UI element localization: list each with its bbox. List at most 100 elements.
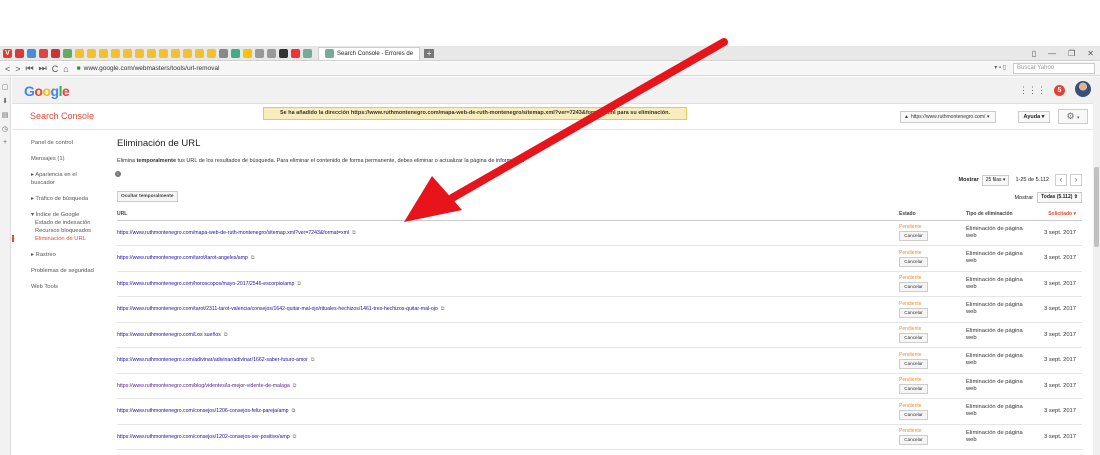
apps-grid-icon[interactable]: ⋮⋮⋮ (1019, 85, 1046, 96)
previous-page-button[interactable]: ‹ (1055, 174, 1067, 186)
col-requested[interactable]: Solicitado ▾ (1044, 208, 1082, 221)
filter-select[interactable]: Todas (5.112) ⇕ (1037, 192, 1082, 203)
nav-blocked-resources[interactable]: Recursos bloqueados (35, 227, 108, 235)
nav-dashboard[interactable]: Panel de control (31, 139, 108, 147)
nav-index-status[interactable]: Estado de indexación (35, 219, 108, 227)
cancel-button[interactable]: Cancelar (899, 435, 928, 446)
pinned-tab-icon[interactable] (207, 48, 216, 58)
info-icon[interactable]: i (115, 171, 121, 177)
tab-overview-icon[interactable]: ▯ (1032, 49, 1036, 58)
help-button[interactable]: Ayuda ▾ (1018, 111, 1050, 123)
pinned-tab-icon[interactable] (231, 48, 240, 58)
col-url[interactable]: URL (117, 208, 899, 221)
nav-google-index[interactable]: ▾ Índice de Google (31, 211, 108, 219)
rows-per-page-select[interactable]: 25 filas ▾ (981, 174, 1010, 186)
removed-url-link[interactable]: https://www.ruthmontenegro.com/consejos/… (117, 408, 289, 414)
pinned-tab-icon[interactable] (75, 48, 84, 58)
pinned-tab-icon[interactable] (159, 48, 168, 58)
cancel-button[interactable]: Cancelar (899, 333, 928, 344)
site-selector[interactable]: ▲ https://www.ruthmontenegro.com/ ▾ (900, 111, 996, 123)
next-page-button[interactable]: › (1070, 174, 1082, 186)
cancel-button[interactable]: Cancelar (899, 282, 928, 293)
pinned-tab-icon[interactable] (195, 48, 204, 58)
nav-url-removal[interactable]: Eliminación de URL (12, 235, 108, 243)
minimize-icon[interactable]: — (1048, 49, 1056, 58)
col-status[interactable]: Estado (899, 208, 966, 221)
bookmarks-icon[interactable]: ▢ (0, 83, 10, 91)
nav-web-tools[interactable]: Web Tools (31, 283, 108, 291)
url-field[interactable]: ■ www.google.com/webmasters/tools/url-rem… (77, 65, 220, 72)
downloads-icon[interactable]: ⬇ (0, 97, 10, 105)
pinned-tab-icon[interactable] (87, 48, 96, 58)
removed-url-link[interactable]: https://www.ruthmontenegro.com/adivinar/… (117, 357, 308, 363)
rewind-icon[interactable]: ⏮ (26, 63, 34, 74)
pinned-tab-icon[interactable] (99, 48, 108, 58)
nav-appearance[interactable]: ▸ Apariencia en el buscador i (31, 171, 121, 187)
history-icon[interactable]: ◷ (0, 125, 10, 133)
cancel-button[interactable]: Cancelar (899, 307, 928, 318)
external-link-icon[interactable]: ⧉ (251, 255, 255, 261)
scroll-thumb[interactable] (1094, 167, 1099, 247)
external-link-icon[interactable]: ⧉ (311, 357, 315, 363)
pinned-tab-icon[interactable] (183, 48, 192, 58)
search-engine-input[interactable]: Buscar Yahoo (1013, 63, 1095, 74)
address-controls-icon[interactable]: ▾ ▪ ▯ (994, 64, 1006, 71)
pinned-tab-icon[interactable] (27, 48, 36, 58)
new-tab-plus-icon[interactable]: + (424, 48, 435, 58)
pinned-tab-icon[interactable] (219, 48, 228, 58)
nav-security[interactable]: Problemas de seguridad (31, 267, 108, 275)
pinned-tab-icon[interactable] (171, 48, 180, 58)
pinned-tab-icon[interactable] (291, 48, 300, 58)
home-icon[interactable]: ⌂ (63, 64, 68, 74)
active-tab[interactable]: Search Console - Errores de (318, 46, 421, 60)
cancel-button[interactable]: Cancelar (899, 231, 928, 242)
fast-forward-icon[interactable]: ⏭ (39, 63, 47, 74)
product-title[interactable]: Search Console (30, 111, 94, 121)
cancel-button[interactable]: Cancelar (899, 358, 928, 369)
google-logo[interactable]: Google (24, 83, 70, 99)
vivaldi-icon[interactable]: V (3, 48, 12, 58)
pinned-tab-icon[interactable] (135, 48, 144, 58)
notes-icon[interactable]: ▤ (0, 111, 10, 119)
cancel-button[interactable]: Cancelar (899, 409, 928, 420)
pinned-tab-icon[interactable] (255, 48, 264, 58)
forward-icon[interactable]: > (15, 64, 20, 74)
nav-traffic[interactable]: ▸ Tráfico de búsqueda (31, 195, 108, 203)
external-link-icon[interactable]: ⧉ (293, 383, 297, 389)
close-icon[interactable]: ✕ (1087, 49, 1094, 58)
pinned-tab-icon[interactable] (39, 48, 48, 58)
external-link-icon[interactable]: ⧉ (297, 281, 301, 287)
removed-url-link[interactable]: https://www.ruthmontenegro.com/tarot/231… (117, 306, 438, 312)
back-icon[interactable]: < (5, 64, 10, 74)
removed-url-link[interactable]: https://www.ruthmontenegro.com/blog/vide… (117, 383, 290, 389)
pinned-tab-icon[interactable] (267, 48, 276, 58)
add-panel-icon[interactable]: + (0, 139, 10, 146)
removed-url-link[interactable]: https://www.ruthmontenegro.com/consejos/… (117, 434, 290, 440)
hide-temporarily-button[interactable]: Ocultar temporalmente (117, 191, 178, 202)
cancel-button[interactable]: Cancelar (899, 256, 928, 267)
removed-url-link[interactable]: https://www.ruthmontenegro.com/horoscopo… (117, 281, 294, 287)
pinned-tab-icon[interactable] (111, 48, 120, 58)
external-link-icon[interactable]: ⧉ (441, 306, 445, 312)
col-type[interactable]: Tipo de eliminación (966, 208, 1044, 221)
avatar[interactable] (1075, 81, 1091, 97)
maximize-icon[interactable]: ❐ (1068, 49, 1075, 58)
pinned-tab-icon[interactable] (123, 48, 132, 58)
external-link-icon[interactable]: ⧉ (292, 408, 296, 414)
removed-url-link[interactable]: https://www.ruthmontenegro.com/mapa-web-… (117, 230, 349, 236)
notifications-badge[interactable]: 5 (1054, 85, 1065, 96)
pinned-tab-icon[interactable] (63, 48, 72, 58)
external-link-icon[interactable]: ⧉ (352, 230, 356, 236)
removed-url-link[interactable]: https://www.ruthmontenegro.com/Los sueño… (117, 332, 221, 338)
pinned-tab-icon[interactable] (279, 48, 288, 58)
scrollbar[interactable] (1093, 77, 1100, 455)
pinned-tab-icon[interactable] (51, 48, 60, 58)
pinned-tab-icon[interactable] (15, 48, 24, 58)
cancel-button[interactable]: Cancelar (899, 384, 928, 395)
settings-button[interactable]: ⚙ ▾ (1058, 109, 1088, 124)
external-link-icon[interactable]: ⧉ (224, 332, 228, 338)
nav-crawl[interactable]: ▸ Rastreo (31, 251, 108, 259)
pinned-tab-icon[interactable] (243, 48, 252, 58)
pinned-tab-icon[interactable] (147, 48, 156, 58)
more-info-link[interactable]: información (496, 158, 524, 164)
